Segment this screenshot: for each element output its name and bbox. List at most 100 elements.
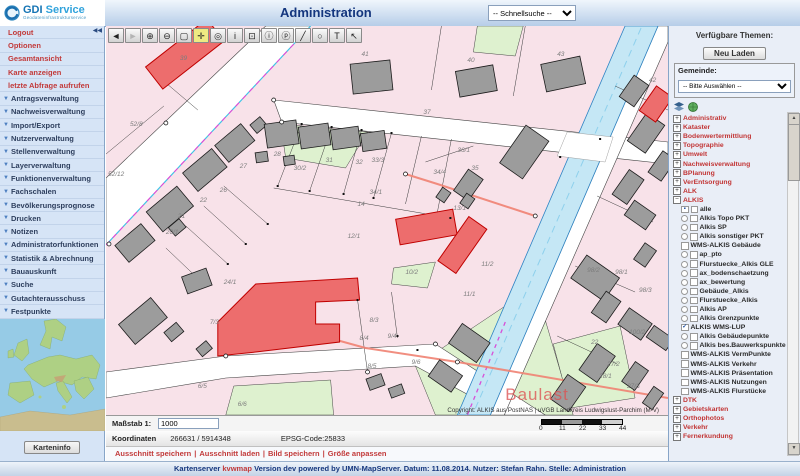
tree-expander-icon[interactable]: + xyxy=(673,415,681,423)
layer-alkis-grenzpunkte[interactable]: Alkis Grenzpunkte xyxy=(681,314,785,323)
layer-category-topographie[interactable]: +Topographie xyxy=(673,141,785,150)
sidebar-section-fachschalen[interactable]: ▼Fachschalen xyxy=(0,186,104,199)
zoom-out-button[interactable]: ⊖ xyxy=(159,28,175,43)
layer-checkbox[interactable] xyxy=(681,388,689,396)
layer-checkbox[interactable]: ✓ xyxy=(681,324,689,332)
layer-wms-alkis-vermpunkte[interactable]: WMS-ALKIS VermPunkte xyxy=(681,350,785,359)
sidebar-section-funktionenverwaltung[interactable]: ▼Funktionenverwaltung xyxy=(0,172,104,185)
layer-checkbox[interactable] xyxy=(690,251,698,259)
layer-alkis-topo-pkt[interactable]: Alkis Topo PKT xyxy=(681,214,785,223)
tree-expander-icon[interactable]: + xyxy=(673,406,681,414)
layer-checkbox[interactable] xyxy=(690,278,698,286)
tree-expander-icon[interactable]: + xyxy=(673,115,681,123)
sidebar-section-drucken[interactable]: ▼Drucken xyxy=(0,212,104,225)
tree-expander-icon[interactable]: + xyxy=(673,424,681,432)
sidebar-section-stellenverwaltung[interactable]: ▼Stellenverwaltung xyxy=(0,146,104,159)
layer-label[interactable]: WMS-ALKIS Nutzungen xyxy=(691,379,767,386)
circle-select-button[interactable]: ○ xyxy=(312,28,328,43)
layer-radio[interactable] xyxy=(681,251,688,258)
layer-category-label[interactable]: ALK xyxy=(683,188,697,195)
logo-link[interactable]: GDI Service Geodateninfrastrukturservice xyxy=(0,0,105,26)
arrow-select-button[interactable]: ↖ xyxy=(346,28,362,43)
sidebar-section-festpunkte[interactable]: ▼Festpunkte xyxy=(0,305,104,318)
layer-category-label[interactable]: Gebietskarten xyxy=(683,406,728,413)
layer-ap-pto[interactable]: ap_pto xyxy=(681,250,785,259)
layer-radio[interactable] xyxy=(681,315,688,322)
layer-checkbox[interactable] xyxy=(690,269,698,277)
layer-label[interactable]: Flurstuecke_Alkis GLE xyxy=(700,261,774,268)
layer-alkis-sp[interactable]: Alkis SP xyxy=(681,223,785,232)
tree-expander-icon[interactable]: + xyxy=(673,133,681,141)
layer-checkbox[interactable] xyxy=(690,306,698,314)
layer-category-gebietskarten[interactable]: +Gebietskarten xyxy=(673,405,785,414)
layer-category-label[interactable]: BPlanung xyxy=(683,170,715,177)
layer-label[interactable]: ax_bodenschaetzung xyxy=(700,270,769,277)
map-action-ausschnitt-speichern[interactable]: Ausschnitt speichern xyxy=(115,449,191,458)
layer-category-fernerkundung[interactable]: +Fernerkundung xyxy=(673,432,785,441)
layer-radio[interactable] xyxy=(681,288,688,295)
layer-checkbox[interactable] xyxy=(681,351,689,359)
layer-label[interactable]: Alkis Topo PKT xyxy=(700,215,750,222)
tree-scrollbar[interactable]: ▲ ▼ xyxy=(787,112,799,456)
layer-checkbox[interactable] xyxy=(690,288,698,296)
layer-label[interactable]: WMS-ALKIS Verkehr xyxy=(691,361,757,368)
layer-label[interactable]: alle xyxy=(700,206,711,213)
layer-checkbox[interactable] xyxy=(681,369,689,377)
layer-category-bplanung[interactable]: +BPlanung xyxy=(673,169,785,178)
tree-expander-icon[interactable]: + xyxy=(673,124,681,132)
layer-category-verkehr[interactable]: +Verkehr xyxy=(673,423,785,432)
layer-checkbox[interactable] xyxy=(681,379,689,387)
sidebar-section-nutzerverwaltung[interactable]: ▼Nutzerverwaltung xyxy=(0,132,104,145)
layer-gebaeude-alkis[interactable]: Gebäude_Alkis xyxy=(681,287,785,296)
kvwmap-link[interactable]: kvwmap xyxy=(222,464,252,473)
layer-wms-alkis-praesentation[interactable]: WMS-ALKIS Präsentation xyxy=(681,369,785,378)
quick-search-select[interactable]: -- Schnellsuche -- xyxy=(488,5,576,21)
layer-category-label[interactable]: Orthophotos xyxy=(683,415,724,422)
layer-label[interactable]: Gebäude_Alkis xyxy=(700,288,749,295)
scale-input[interactable] xyxy=(158,418,219,429)
layer-wms-alkis-nutzungen[interactable]: WMS-ALKIS Nutzungen xyxy=(681,378,785,387)
layer-category-kataster[interactable]: +Kataster xyxy=(673,123,785,132)
layer-label[interactable]: Alkis bes.Bauwerkspunkte xyxy=(700,342,786,349)
layer-tree-icon[interactable] xyxy=(674,102,684,112)
layer-ax-bewertung[interactable]: ax_bewertung xyxy=(681,278,785,287)
layer-flurstuecke-alkis[interactable]: Flurstuecke_Alkis xyxy=(681,296,785,305)
layer-radio[interactable] xyxy=(681,261,688,268)
sidebar-link-optionen[interactable]: Optionen xyxy=(0,39,104,52)
layer-radio[interactable] xyxy=(681,297,688,304)
query-circle-button[interactable]: ⓘ xyxy=(261,28,277,43)
layer-category-dtk[interactable]: +DTK xyxy=(673,396,785,405)
sidebar-section-nachweisverwaltung[interactable]: ▼Nachweisverwaltung xyxy=(0,106,104,119)
overview-map[interactable] xyxy=(0,319,105,431)
back-button[interactable]: ◄ xyxy=(108,28,124,43)
layer-category-label[interactable]: ALKIS xyxy=(683,197,703,204)
sidebar-section-bevoelkerungsprognose[interactable]: ▼Bevölkerungsprognose xyxy=(0,199,104,212)
layer-wms-alkis-gebaeude[interactable]: WMS-ALKIS Gebäude xyxy=(681,241,785,250)
layer-label[interactable]: ALKIS WMS-LUP xyxy=(691,324,746,331)
sidebar-section-administratorfunktionen[interactable]: ▼Administratorfunktionen xyxy=(0,239,104,252)
layer-checkbox[interactable] xyxy=(690,333,698,341)
layer-checkbox[interactable] xyxy=(690,215,698,223)
sidebar-section-bauauskunft[interactable]: ▼Bauauskunft xyxy=(0,265,104,278)
scrollbar-thumb[interactable] xyxy=(788,124,800,181)
scrollbar-down-arrow[interactable]: ▼ xyxy=(788,443,800,455)
layer-category-alk[interactable]: +ALK xyxy=(673,187,785,196)
layer-label[interactable]: Alkis AP xyxy=(700,306,727,313)
layer-radio[interactable] xyxy=(681,333,688,340)
layer-alkis-ap[interactable]: Alkis AP xyxy=(681,305,785,314)
layer-wms-alkis-flurstuecke[interactable]: WMS-ALKIS Flurstücke xyxy=(681,387,785,396)
layer-radio[interactable] xyxy=(681,224,688,231)
layer-label[interactable]: ap_pto xyxy=(700,251,722,258)
layer-radio[interactable] xyxy=(681,342,688,349)
select-area-button[interactable]: ⊡ xyxy=(244,28,260,43)
sidebar-link-letzte-abfrage-aufrufen[interactable]: letzte Abfrage aufrufen xyxy=(0,79,104,92)
sidebar-section-layerverwaltung[interactable]: ▼Layerverwaltung xyxy=(0,159,104,172)
layer-category-label[interactable]: Bodenwertermittlung xyxy=(683,133,751,140)
tree-expander-icon[interactable]: + xyxy=(673,160,681,168)
tree-expander-icon[interactable]: + xyxy=(673,396,681,404)
layer-label[interactable]: Alkis SP xyxy=(700,224,727,231)
map-action-bild-speichern[interactable]: Bild speichern xyxy=(268,449,320,458)
layer-flurstuecke-alkis-gle[interactable]: Flurstuecke_Alkis GLE xyxy=(681,260,785,269)
layer-category-label[interactable]: Verkehr xyxy=(683,424,708,431)
layer-category-label[interactable]: Umwelt xyxy=(683,151,707,158)
